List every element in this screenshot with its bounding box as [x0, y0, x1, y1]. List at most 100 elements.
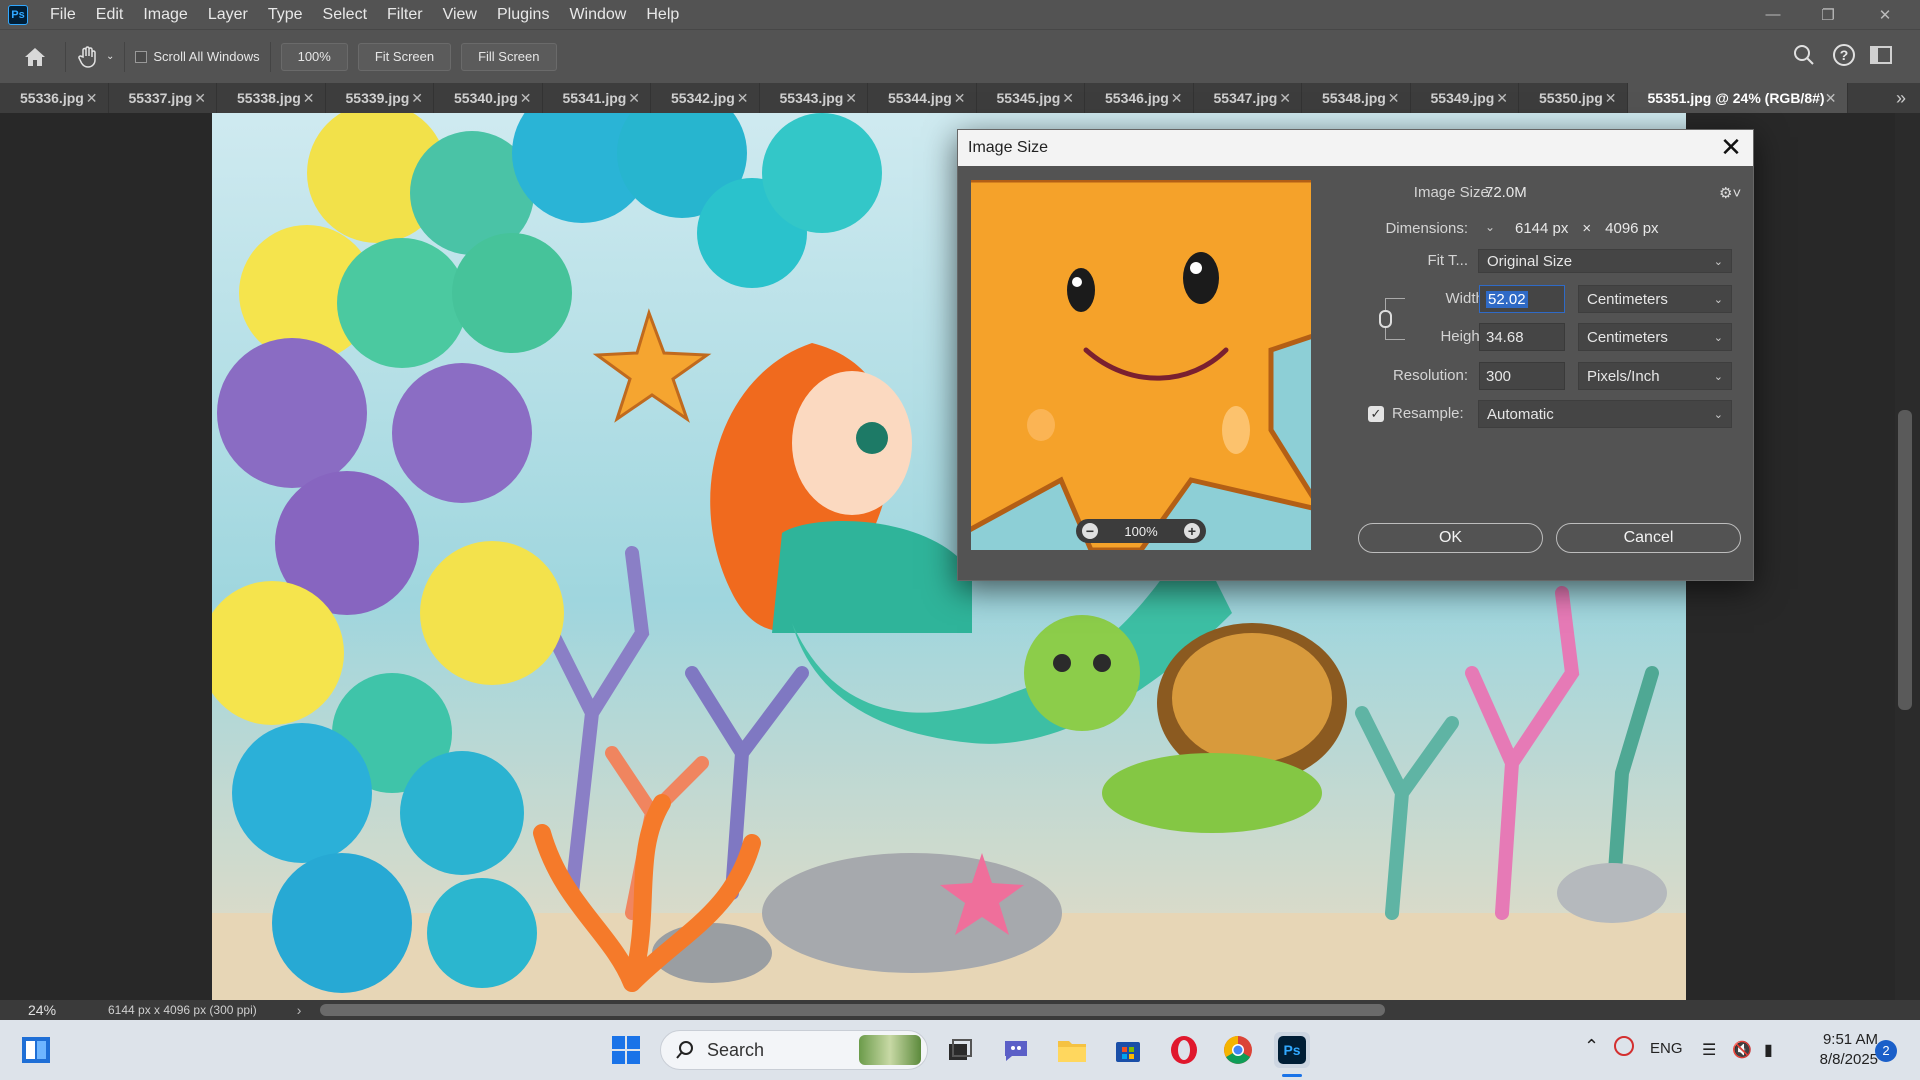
wifi-icon[interactable]: ☰	[1702, 1040, 1716, 1060]
fit-to-dropdown[interactable]: Original Size ⌄	[1478, 249, 1732, 273]
checkbox-box[interactable]	[135, 50, 148, 63]
tab-55347[interactable]: 55347.jpg ✕	[1193, 83, 1302, 113]
hand-tool-icon[interactable]: ⌄	[76, 45, 114, 69]
restore-icon[interactable]: ❐	[1805, 0, 1851, 29]
fit-screen-button[interactable]: Fit Screen	[357, 42, 452, 71]
zoom-100-button[interactable]: 100%	[280, 42, 348, 71]
tab-55350[interactable]: 55350.jpg ✕	[1519, 83, 1628, 113]
tab-55341[interactable]: 55341.jpg ✕	[542, 83, 651, 113]
close-window-icon[interactable]: ✕	[1862, 0, 1908, 29]
tab-55343[interactable]: 55343.jpg ✕	[759, 83, 868, 113]
close-icon[interactable]: ✕	[1388, 90, 1400, 107]
menu-type[interactable]: Type	[258, 0, 313, 29]
show-hidden-icons-icon[interactable]: ⌃	[1584, 1036, 1599, 1057]
close-icon[interactable]: ✕	[1496, 90, 1508, 107]
microsoft-store-icon[interactable]	[1110, 1032, 1146, 1068]
menu-select[interactable]: Select	[313, 0, 377, 29]
search-icon[interactable]	[1793, 44, 1815, 69]
gear-icon[interactable]: ⚙˅	[1719, 184, 1741, 202]
close-icon[interactable]: ✕	[520, 90, 532, 107]
language-indicator[interactable]: ENG	[1650, 1040, 1683, 1057]
close-icon[interactable]: ✕	[1062, 90, 1074, 107]
home-icon[interactable]	[15, 37, 55, 77]
preview-image[interactable]: − 100% +	[971, 180, 1311, 550]
tab-55338[interactable]: 55338.jpg ✕	[217, 83, 326, 113]
close-icon[interactable]: ✕	[1717, 134, 1745, 162]
horizontal-scroll-thumb[interactable]	[320, 1004, 1385, 1016]
chat-icon[interactable]	[998, 1032, 1034, 1068]
close-icon[interactable]: ✕	[737, 90, 749, 107]
width-unit-dropdown[interactable]: Centimeters ⌄	[1578, 285, 1732, 313]
zoom-in-icon[interactable]: +	[1184, 523, 1200, 539]
menu-layer[interactable]: Layer	[198, 0, 258, 29]
volume-mute-icon[interactable]: 🔇	[1732, 1040, 1752, 1060]
fill-screen-button[interactable]: Fill Screen	[461, 42, 557, 71]
tab-55337[interactable]: 55337.jpg ✕	[108, 83, 217, 113]
photoshop-taskbar-icon[interactable]: Ps	[1274, 1032, 1310, 1068]
tab-55348[interactable]: 55348.jpg ✕	[1302, 83, 1411, 113]
zoom-out-icon[interactable]: −	[1082, 523, 1098, 539]
tab-55345[interactable]: 55345.jpg ✕	[976, 83, 1085, 113]
tab-55344[interactable]: 55344.jpg ✕	[868, 83, 977, 113]
vertical-scroll-thumb[interactable]	[1898, 410, 1912, 710]
close-icon[interactable]: ✕	[1605, 90, 1617, 107]
menu-filter[interactable]: Filter	[377, 0, 433, 29]
widgets-icon[interactable]	[18, 1032, 54, 1068]
menu-edit[interactable]: Edit	[86, 0, 134, 29]
resample-dropdown[interactable]: Automatic ⌄	[1478, 400, 1732, 428]
clock[interactable]: 9:51 AM 8/8/2025	[1802, 1030, 1878, 1070]
height-input[interactable]: 34.68	[1479, 323, 1565, 351]
tab-55342[interactable]: 55342.jpg ✕	[651, 83, 760, 113]
menu-plugins[interactable]: Plugins	[487, 0, 559, 29]
resample-checkbox[interactable]: ✓	[1368, 406, 1384, 422]
taskbar-search[interactable]: Search	[660, 1030, 928, 1070]
tab-55351-active[interactable]: 55351.jpg @ 24% (RGB/8#) ✕	[1627, 83, 1848, 113]
menu-window[interactable]: Window	[559, 0, 636, 29]
resolution-input[interactable]: 300	[1479, 362, 1565, 390]
scroll-all-windows-checkbox[interactable]: Scroll All Windows	[135, 49, 260, 64]
more-tabs-icon[interactable]: »	[1896, 88, 1906, 109]
link-chain-icon[interactable]	[1379, 310, 1392, 328]
menu-help[interactable]: Help	[636, 0, 689, 29]
chevron-down-icon[interactable]: ⌄	[1485, 220, 1495, 234]
dialog-title-bar[interactable]: Image Size ✕	[958, 130, 1753, 166]
task-view-icon[interactable]	[942, 1032, 978, 1068]
tab-55340[interactable]: 55340.jpg ✕	[434, 83, 543, 113]
vpn-icon[interactable]	[1614, 1036, 1634, 1056]
photoshop-logo-icon[interactable]: Ps	[8, 4, 28, 25]
resolution-unit-dropdown[interactable]: Pixels/Inch ⌄	[1578, 362, 1732, 390]
menu-file[interactable]: File	[40, 0, 86, 29]
help-icon[interactable]: ?	[1833, 44, 1855, 66]
height-unit-dropdown[interactable]: Centimeters ⌄	[1578, 323, 1732, 351]
menu-view[interactable]: View	[433, 0, 487, 29]
close-icon[interactable]: ✕	[628, 90, 640, 107]
battery-icon[interactable]: ▮	[1764, 1040, 1773, 1060]
close-icon[interactable]: ✕	[1279, 90, 1291, 107]
notification-badge[interactable]: 2	[1875, 1040, 1897, 1062]
width-input[interactable]: 52.02	[1479, 285, 1565, 313]
close-icon[interactable]: ✕	[86, 90, 98, 107]
close-icon[interactable]: ✕	[1171, 90, 1183, 107]
zoom-level[interactable]: 24%	[28, 1002, 88, 1018]
chevron-down-icon[interactable]: ⌄	[106, 51, 114, 62]
close-icon[interactable]: ✕	[954, 90, 966, 107]
menu-image[interactable]: Image	[133, 0, 197, 29]
minimize-icon[interactable]: —	[1750, 0, 1796, 29]
close-icon[interactable]: ✕	[1825, 90, 1837, 107]
tab-55339[interactable]: 55339.jpg ✕	[325, 83, 434, 113]
chrome-icon[interactable]	[1220, 1032, 1256, 1068]
file-explorer-icon[interactable]	[1054, 1032, 1090, 1068]
chevron-right-icon[interactable]: ›	[297, 1002, 302, 1018]
opera-icon[interactable]	[1166, 1032, 1202, 1068]
cancel-button[interactable]: Cancel	[1556, 523, 1741, 553]
start-icon[interactable]	[608, 1032, 644, 1068]
tab-55336[interactable]: 55336.jpg ✕	[0, 83, 109, 113]
tab-55349[interactable]: 55349.jpg ✕	[1410, 83, 1519, 113]
ok-button[interactable]: OK	[1358, 523, 1543, 553]
close-icon[interactable]: ✕	[194, 90, 206, 107]
close-icon[interactable]: ✕	[303, 90, 315, 107]
workspace-icon[interactable]	[1870, 46, 1892, 64]
close-icon[interactable]: ✕	[845, 90, 857, 107]
tab-55346[interactable]: 55346.jpg ✕	[1085, 83, 1194, 113]
close-icon[interactable]: ✕	[411, 90, 423, 107]
